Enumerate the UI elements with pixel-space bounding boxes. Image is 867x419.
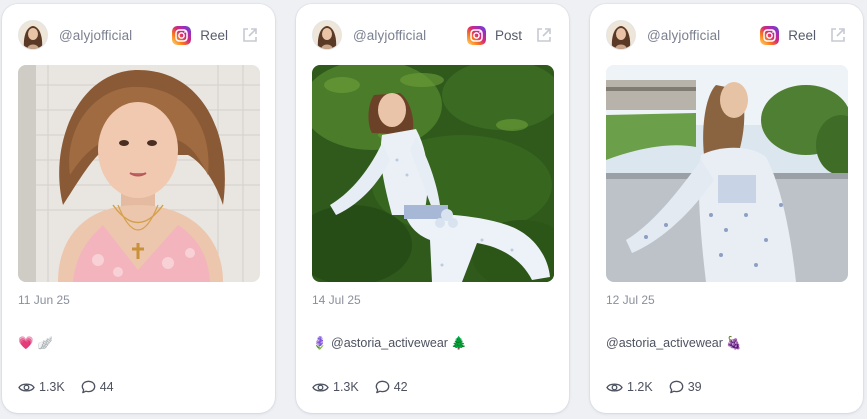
comment-icon (375, 380, 390, 394)
post-stats: 1.3K 42 (312, 380, 408, 394)
account-handle[interactable]: @alyjofficial (59, 28, 132, 43)
comments-count: 42 (393, 380, 408, 394)
post-thumbnail[interactable] (18, 65, 260, 282)
eye-icon (18, 382, 35, 392)
instagram-icon (760, 25, 780, 45)
comments-count: 44 (99, 380, 114, 394)
card-header: @alyjofficial Reel (606, 20, 847, 50)
post-caption: @astoria_activewear 🍇 (606, 336, 742, 350)
post-caption: 🪻 @astoria_activewear 🌲 (312, 336, 467, 350)
post-card[interactable]: @alyjofficial Reel (2, 4, 275, 413)
post-card[interactable]: @alyjofficial Post 14 Jul 25 🪻 @astoria_… (296, 4, 569, 413)
comment-icon (669, 380, 684, 394)
card-header: @alyjofficial Reel (18, 20, 259, 50)
avatar[interactable] (18, 20, 48, 50)
instagram-icon (466, 25, 486, 45)
post-caption: 💗 🪽 (18, 336, 53, 350)
post-type-label: Reel (788, 27, 816, 43)
post-card[interactable]: @alyjofficial Reel (590, 4, 863, 413)
post-thumbnail[interactable] (606, 65, 848, 282)
external-link-icon[interactable] (241, 26, 259, 44)
post-grid: @alyjofficial Reel 11 Jun 25 💗 🪽 1.3K 44… (0, 0, 867, 419)
account-handle[interactable]: @alyjofficial (647, 28, 720, 43)
post-stats: 1.2K 39 (606, 380, 702, 394)
views-count: 1.3K (39, 380, 65, 394)
views-count: 1.2K (627, 380, 653, 394)
post-date: 12 Jul 25 (606, 293, 655, 307)
post-date: 14 Jul 25 (312, 293, 361, 307)
post-stats: 1.3K 44 (18, 380, 114, 394)
post-type-label: Reel (200, 27, 228, 43)
external-link-icon[interactable] (535, 26, 553, 44)
avatar[interactable] (312, 20, 342, 50)
card-header: @alyjofficial Post (312, 20, 553, 50)
account-handle[interactable]: @alyjofficial (353, 28, 426, 43)
post-thumbnail[interactable] (312, 65, 554, 282)
post-date: 11 Jun 25 (18, 293, 70, 307)
comments-count: 39 (687, 380, 702, 394)
post-type-label: Post (494, 27, 522, 43)
eye-icon (606, 382, 623, 392)
comment-icon (81, 380, 96, 394)
external-link-icon[interactable] (829, 26, 847, 44)
views-count: 1.3K (333, 380, 359, 394)
eye-icon (312, 382, 329, 392)
instagram-icon (172, 25, 192, 45)
avatar[interactable] (606, 20, 636, 50)
